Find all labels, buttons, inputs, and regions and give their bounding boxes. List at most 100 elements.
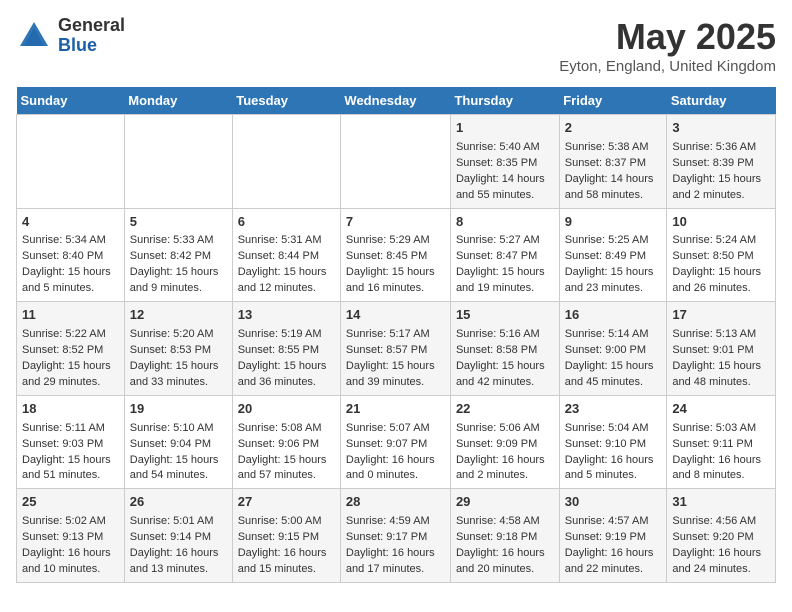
day-info: Sunrise: 5:04 AM Sunset: 9:10 PM Dayligh…	[565, 421, 662, 485]
day-number: 13	[238, 306, 335, 325]
logo-blue: Blue	[58, 36, 125, 56]
day-info: Sunrise: 5:25 AM Sunset: 8:49 PM Dayligh…	[565, 233, 662, 297]
calendar-cell: 22 Sunrise: 5:06 AM Sunset: 9:09 PM Dayli…	[450, 395, 559, 489]
day-info: Sunrise: 5:24 AM Sunset: 8:50 PM Dayligh…	[672, 233, 770, 297]
calendar-cell	[340, 115, 450, 209]
day-number: 25	[22, 493, 119, 512]
day-info: Sunrise: 5:36 AM Sunset: 8:39 PM Dayligh…	[672, 140, 770, 204]
day-number: 24	[672, 400, 770, 419]
calendar-cell: 10Sunrise: 5:24 AM Sunset: 8:50 PM Dayli…	[667, 208, 776, 302]
day-number: 31	[672, 493, 770, 512]
day-number: 30	[565, 493, 662, 512]
logo-general: General	[58, 16, 125, 36]
calendar-cell: 15Sunrise: 5:16 AM Sunset: 8:58 PM Dayli…	[450, 302, 559, 396]
day-info: Sunrise: 5:10 AM Sunset: 9:04 PM Dayligh…	[130, 421, 227, 485]
day-info: Sunrise: 4:56 AM Sunset: 9:20 PM Dayligh…	[672, 514, 770, 578]
day-info: Sunrise: 5:17 AM Sunset: 8:57 PM Dayligh…	[346, 327, 445, 391]
day-number: 11	[22, 306, 119, 325]
calendar-cell	[17, 115, 125, 209]
day-info: Sunrise: 5:14 AM Sunset: 9:00 PM Dayligh…	[565, 327, 662, 391]
day-number: 8	[456, 213, 554, 232]
calendar-cell: 14 Sunrise: 5:17 AM Sunset: 8:57 PM Dayli…	[340, 302, 450, 396]
day-number: 22	[456, 400, 554, 419]
calendar-cell: 8Sunrise: 5:27 AM Sunset: 8:47 PM Daylig…	[450, 208, 559, 302]
logo: General Blue	[16, 16, 125, 56]
subtitle: Eyton, England, United Kingdom	[559, 58, 776, 75]
day-number: 28	[346, 493, 445, 512]
logo-text: General Blue	[58, 16, 125, 56]
calendar-cell: 30 Sunrise: 4:57 AM Sunset: 9:19 PM Dayli…	[559, 489, 667, 583]
day-number: 5	[130, 213, 227, 232]
day-info: Sunrise: 4:58 AM Sunset: 9:18 PM Dayligh…	[456, 514, 554, 578]
day-info: Sunrise: 5:06 AM Sunset: 9:09 PM Dayligh…	[456, 421, 554, 485]
calendar-body: 1 Sunrise: 5:40 AM Sunset: 8:35 PM Daylig…	[17, 115, 776, 583]
header-day-sunday: Sunday	[17, 87, 125, 115]
week-row-3: 11 Sunrise: 5:22 AM Sunset: 8:52 PM Dayli…	[17, 302, 776, 396]
calendar-cell: 4Sunrise: 5:34 AM Sunset: 8:40 PM Daylig…	[17, 208, 125, 302]
day-number: 4	[22, 213, 119, 232]
week-row-2: 4Sunrise: 5:34 AM Sunset: 8:40 PM Daylig…	[17, 208, 776, 302]
calendar-cell: 21Sunrise: 5:07 AM Sunset: 9:07 PM Dayli…	[340, 395, 450, 489]
day-number: 26	[130, 493, 227, 512]
day-info: Sunrise: 5:29 AM Sunset: 8:45 PM Dayligh…	[346, 233, 445, 297]
calendar-table: SundayMondayTuesdayWednesdayThursdayFrid…	[16, 87, 776, 583]
day-info: Sunrise: 5:01 AM Sunset: 9:14 PM Dayligh…	[130, 514, 227, 578]
calendar-cell: 20Sunrise: 5:08 AM Sunset: 9:06 PM Dayli…	[232, 395, 340, 489]
calendar-cell: 26 Sunrise: 5:01 AM Sunset: 9:14 PM Dayli…	[124, 489, 232, 583]
calendar-cell: 11 Sunrise: 5:22 AM Sunset: 8:52 PM Dayli…	[17, 302, 125, 396]
day-info: Sunrise: 5:02 AM Sunset: 9:13 PM Dayligh…	[22, 514, 119, 578]
calendar-cell: 5Sunrise: 5:33 AM Sunset: 8:42 PM Daylig…	[124, 208, 232, 302]
day-number: 19	[130, 400, 227, 419]
calendar-cell: 7Sunrise: 5:29 AM Sunset: 8:45 PM Daylig…	[340, 208, 450, 302]
day-number: 14	[346, 306, 445, 325]
day-info: Sunrise: 5:11 AM Sunset: 9:03 PM Dayligh…	[22, 421, 119, 485]
day-number: 2	[565, 119, 662, 138]
day-info: Sunrise: 5:13 AM Sunset: 9:01 PM Dayligh…	[672, 327, 770, 391]
header-row: SundayMondayTuesdayWednesdayThursdayFrid…	[17, 87, 776, 115]
calendar-header: SundayMondayTuesdayWednesdayThursdayFrid…	[17, 87, 776, 115]
day-info: Sunrise: 5:19 AM Sunset: 8:55 PM Dayligh…	[238, 327, 335, 391]
day-info: Sunrise: 5:07 AM Sunset: 9:07 PM Dayligh…	[346, 421, 445, 485]
day-number: 20	[238, 400, 335, 419]
calendar-cell: 18 Sunrise: 5:11 AM Sunset: 9:03 PM Dayli…	[17, 395, 125, 489]
header-day-tuesday: Tuesday	[232, 87, 340, 115]
calendar-cell: 23 Sunrise: 5:04 AM Sunset: 9:10 PM Dayli…	[559, 395, 667, 489]
day-number: 12	[130, 306, 227, 325]
calendar-cell: 28 Sunrise: 4:59 AM Sunset: 9:17 PM Dayli…	[340, 489, 450, 583]
day-number: 23	[565, 400, 662, 419]
logo-icon	[16, 18, 52, 54]
day-info: Sunrise: 5:33 AM Sunset: 8:42 PM Dayligh…	[130, 233, 227, 297]
week-row-5: 25 Sunrise: 5:02 AM Sunset: 9:13 PM Dayli…	[17, 489, 776, 583]
calendar-cell: 24 Sunrise: 5:03 AM Sunset: 9:11 PM Dayli…	[667, 395, 776, 489]
day-number: 1	[456, 119, 554, 138]
calendar-cell: 29Sunrise: 4:58 AM Sunset: 9:18 PM Dayli…	[450, 489, 559, 583]
calendar-cell	[232, 115, 340, 209]
day-info: Sunrise: 5:16 AM Sunset: 8:58 PM Dayligh…	[456, 327, 554, 391]
calendar-cell: 3Sunrise: 5:36 AM Sunset: 8:39 PM Daylig…	[667, 115, 776, 209]
calendar-cell: 16 Sunrise: 5:14 AM Sunset: 9:00 PM Dayli…	[559, 302, 667, 396]
day-info: Sunrise: 5:34 AM Sunset: 8:40 PM Dayligh…	[22, 233, 119, 297]
main-title: May 2025	[559, 16, 776, 58]
day-info: Sunrise: 5:03 AM Sunset: 9:11 PM Dayligh…	[672, 421, 770, 485]
day-info: Sunrise: 5:22 AM Sunset: 8:52 PM Dayligh…	[22, 327, 119, 391]
calendar-cell	[124, 115, 232, 209]
day-info: Sunrise: 5:38 AM Sunset: 8:37 PM Dayligh…	[565, 140, 662, 204]
calendar-cell: 27Sunrise: 5:00 AM Sunset: 9:15 PM Dayli…	[232, 489, 340, 583]
day-number: 18	[22, 400, 119, 419]
calendar-cell: 17 Sunrise: 5:13 AM Sunset: 9:01 PM Dayli…	[667, 302, 776, 396]
day-info: Sunrise: 4:59 AM Sunset: 9:17 PM Dayligh…	[346, 514, 445, 578]
calendar-cell: 13 Sunrise: 5:19 AM Sunset: 8:55 PM Dayli…	[232, 302, 340, 396]
day-number: 17	[672, 306, 770, 325]
header-day-monday: Monday	[124, 87, 232, 115]
day-info: Sunrise: 5:27 AM Sunset: 8:47 PM Dayligh…	[456, 233, 554, 297]
calendar-cell: 19 Sunrise: 5:10 AM Sunset: 9:04 PM Dayli…	[124, 395, 232, 489]
day-info: Sunrise: 5:40 AM Sunset: 8:35 PM Dayligh…	[456, 140, 554, 204]
calendar-cell: 2 Sunrise: 5:38 AM Sunset: 8:37 PM Daylig…	[559, 115, 667, 209]
day-number: 16	[565, 306, 662, 325]
calendar-cell: 6Sunrise: 5:31 AM Sunset: 8:44 PM Daylig…	[232, 208, 340, 302]
day-info: Sunrise: 5:00 AM Sunset: 9:15 PM Dayligh…	[238, 514, 335, 578]
header-day-wednesday: Wednesday	[340, 87, 450, 115]
day-number: 7	[346, 213, 445, 232]
day-info: Sunrise: 4:57 AM Sunset: 9:19 PM Dayligh…	[565, 514, 662, 578]
title-block: May 2025 Eyton, England, United Kingdom	[559, 16, 776, 75]
